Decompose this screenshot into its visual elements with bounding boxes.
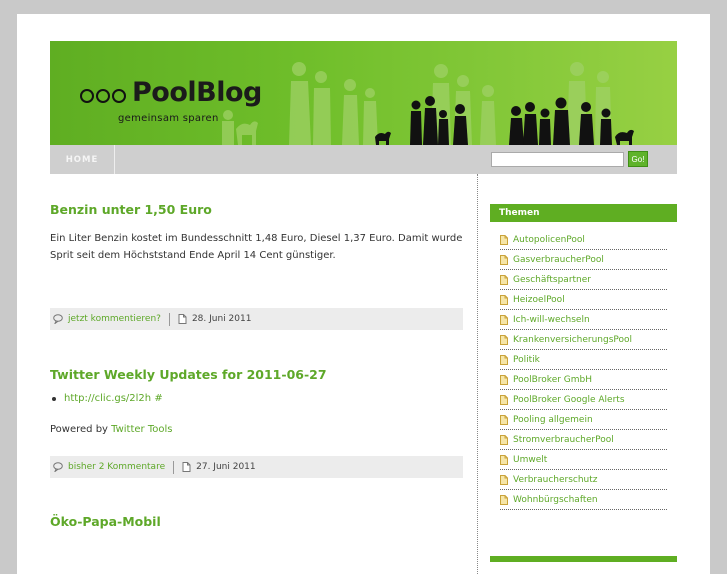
post-title-link[interactable]: Benzin unter 1,50 Euro — [50, 202, 463, 217]
document-icon — [500, 254, 508, 265]
powered-by-prefix: Powered by — [50, 424, 112, 435]
twitter-tools-link[interactable]: Twitter Tools — [111, 424, 172, 435]
sidebar-next-heading — [490, 556, 677, 562]
speech-bubble-icon — [53, 462, 63, 472]
document-icon — [500, 334, 508, 345]
document-icon — [500, 454, 508, 465]
sidebar-category-label: Wohnbürgschaften — [513, 494, 598, 505]
blog-post: Öko-Papa-Mobil — [50, 514, 463, 529]
nav-home-link[interactable]: HOME — [50, 145, 115, 174]
document-icon — [500, 394, 508, 405]
sidebar-category-label: Politik — [513, 354, 540, 365]
sidebar-category-link[interactable]: GasverbraucherPool — [500, 250, 667, 270]
post-meta-bar: jetzt kommentieren? 28. Juni 2011 — [50, 308, 463, 330]
post-excerpt-line: Ein Liter Benzin kostet im Bundesschnitt… — [50, 233, 463, 244]
comments-link[interactable]: jetzt kommentieren? — [53, 314, 161, 324]
document-icon — [500, 494, 508, 505]
sidebar-category-link[interactable]: Geschäftspartner — [500, 270, 667, 290]
page-container: PoolBlog gemeinsam sparen HOME Go! Benzi… — [17, 14, 710, 574]
document-icon — [500, 314, 508, 325]
meta-separator — [168, 312, 170, 326]
document-icon — [500, 474, 508, 485]
sidebar-category-label: PoolBroker GmbH — [513, 374, 593, 385]
post-date: 27. Juni 2011 — [182, 462, 256, 472]
search-go-button[interactable]: Go! — [628, 151, 648, 167]
sidebar-category-link[interactable]: Umwelt — [500, 450, 667, 470]
logo-rings-icon — [80, 88, 126, 103]
sidebar-category-link[interactable]: HeizoelPool — [500, 290, 667, 310]
post-title-link[interactable]: Twitter Weekly Updates for 2011-06-27 — [50, 367, 463, 382]
site-header: PoolBlog gemeinsam sparen — [50, 41, 677, 145]
sidebar-category-label: StromverbraucherPool — [513, 434, 614, 445]
comments-link-label: bisher 2 Kommentare — [68, 462, 166, 472]
sidebar-category-label: GasverbraucherPool — [513, 254, 604, 265]
sidebar-category-link[interactable]: PoolBroker GmbH — [500, 370, 667, 390]
comments-link[interactable]: bisher 2 Kommentare — [53, 462, 165, 472]
post-title-link[interactable]: Öko-Papa-Mobil — [50, 514, 463, 529]
sidebar-category-label: Pooling allgemein — [513, 414, 593, 425]
sidebar-category-link[interactable]: Wohnbürgschaften — [500, 490, 667, 510]
sidebar-category-label: AutopolicenPool — [513, 234, 585, 245]
document-icon — [182, 462, 191, 472]
sidebar-category-label: Ich-will-wechseln — [513, 314, 590, 325]
sidebar-category-link[interactable]: Ich-will-wechseln — [500, 310, 667, 330]
sidebar-category-link[interactable]: StromverbraucherPool — [500, 430, 667, 450]
main-navigation: HOME Go! — [50, 145, 677, 174]
post-meta-bar: bisher 2 Kommentare 27. Juni 2011 — [50, 456, 463, 478]
blog-post: Twitter Weekly Updates for 2011-06-27 ht… — [50, 367, 463, 478]
sidebar-category-list: AutopolicenPool GasverbraucherPool Geschäf… — [500, 230, 667, 510]
list-item: http://clic.gs/2l2h # — [50, 393, 463, 404]
sidebar-category-label: PoolBroker Google Alerts — [513, 394, 625, 405]
sidebar-category-label: Umwelt — [513, 454, 548, 465]
sidebar-category-link[interactable]: Politik — [500, 350, 667, 370]
sidebar-category-link[interactable]: PoolBroker Google Alerts — [500, 390, 667, 410]
search-input[interactable] — [491, 152, 624, 167]
document-icon — [500, 434, 508, 445]
document-icon — [178, 314, 187, 324]
powered-by-text: Powered by Twitter Tools — [50, 421, 463, 438]
document-icon — [500, 294, 508, 305]
sidebar-category-link[interactable]: Verbraucherschutz — [500, 470, 667, 490]
sidebar-category-label: KrankenversicherungsPool — [513, 334, 633, 345]
document-icon — [500, 274, 508, 285]
document-icon — [500, 234, 508, 245]
blog-post: Benzin unter 1,50 Euro Ein Liter Benzin … — [50, 202, 463, 330]
sidebar-category-link[interactable]: Pooling allgemein — [500, 410, 667, 430]
sidebar-category-label: Verbraucherschutz — [513, 474, 598, 485]
sidebar-heading: Themen — [490, 204, 677, 222]
meta-separator — [173, 460, 175, 474]
sidebar-category-link[interactable]: AutopolicenPool — [500, 230, 667, 250]
document-icon — [500, 414, 508, 425]
site-title: PoolBlog — [132, 77, 262, 108]
post-excerpt-line: Sprit seit dem Höchststand Ende April 14… — [50, 250, 336, 261]
tweet-link[interactable]: http://clic.gs/2l2h # — [64, 393, 163, 404]
site-tagline: gemeinsam sparen — [118, 113, 219, 124]
post-date-label: 27. Juni 2011 — [196, 462, 256, 472]
sidebar-category-label: HeizoelPool — [513, 294, 565, 305]
post-date: 28. Juni 2011 — [178, 314, 252, 324]
document-icon — [500, 374, 508, 385]
site-logo[interactable]: PoolBlog — [80, 77, 262, 108]
sidebar-category-label: Geschäftspartner — [513, 274, 591, 285]
column-divider — [477, 174, 478, 574]
comments-link-label: jetzt kommentieren? — [68, 314, 161, 324]
post-date-label: 28. Juni 2011 — [191, 314, 252, 324]
speech-bubble-icon — [53, 314, 63, 324]
sidebar-category-link[interactable]: KrankenversicherungsPool — [500, 330, 667, 350]
document-icon — [500, 354, 508, 365]
bullet-icon — [52, 396, 56, 401]
